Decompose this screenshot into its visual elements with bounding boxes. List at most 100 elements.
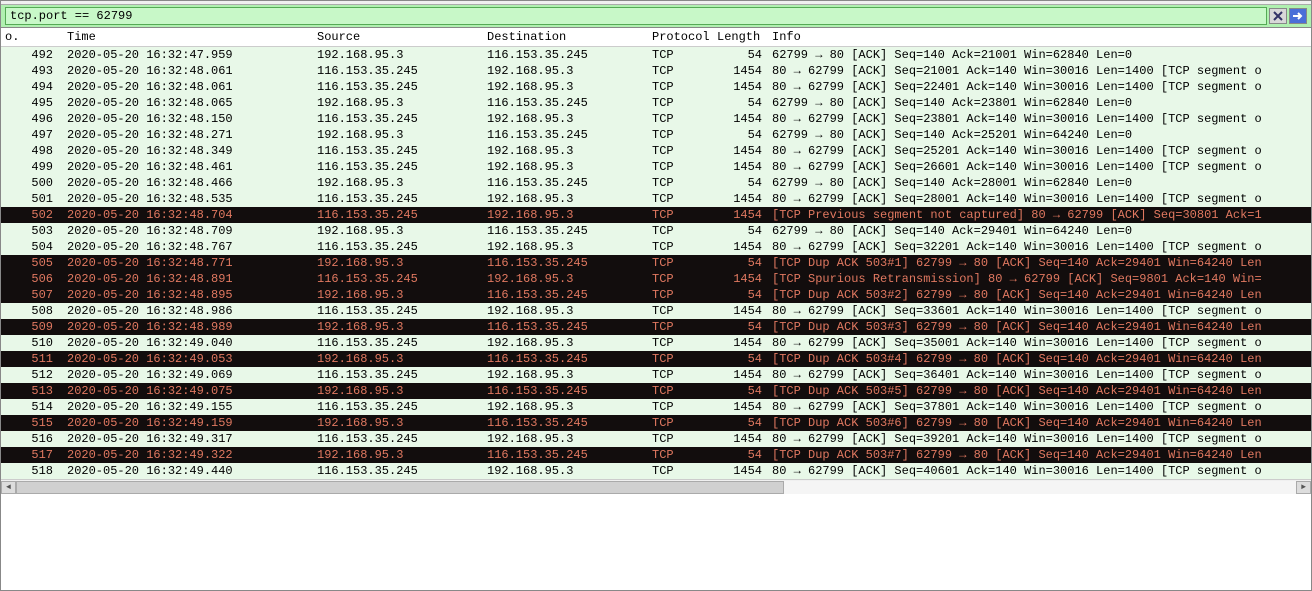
cell-destination: 192.168.95.3 <box>481 303 646 319</box>
scrollbar-track[interactable] <box>16 481 1296 494</box>
cell-protocol: TCP <box>646 431 711 447</box>
packet-row[interactable]: 5152020-05-20 16:32:49.159192.168.95.311… <box>1 415 1311 431</box>
packet-row[interactable]: 5092020-05-20 16:32:48.989192.168.95.311… <box>1 319 1311 335</box>
cell-no: 512 <box>1 367 61 383</box>
cell-protocol: TCP <box>646 143 711 159</box>
packet-table-header[interactable]: o. Time Source Destination Protocol Leng… <box>1 28 1311 47</box>
cell-protocol: TCP <box>646 463 711 479</box>
packet-row[interactable]: 4942020-05-20 16:32:48.061116.153.35.245… <box>1 79 1311 95</box>
column-header-length[interactable]: Length <box>711 28 766 47</box>
horizontal-scrollbar[interactable]: ◄ ► <box>1 479 1311 494</box>
column-header-no[interactable]: o. <box>1 28 61 47</box>
cell-protocol: TCP <box>646 207 711 223</box>
cell-source: 192.168.95.3 <box>311 319 481 335</box>
packet-row[interactable]: 5062020-05-20 16:32:48.891116.153.35.245… <box>1 271 1311 287</box>
packet-row[interactable]: 5182020-05-20 16:32:49.440116.153.35.245… <box>1 463 1311 479</box>
cell-source: 116.153.35.245 <box>311 367 481 383</box>
cell-length: 54 <box>711 175 766 191</box>
packet-row[interactable]: 5102020-05-20 16:32:49.040116.153.35.245… <box>1 335 1311 351</box>
cell-no: 506 <box>1 271 61 287</box>
scroll-right-button[interactable]: ► <box>1296 481 1311 494</box>
cell-length: 1454 <box>711 303 766 319</box>
column-header-protocol[interactable]: Protocol <box>646 28 711 47</box>
cell-info: 62799 → 80 [ACK] Seq=140 Ack=23801 Win=6… <box>766 95 1311 111</box>
cell-no: 499 <box>1 159 61 175</box>
column-header-time[interactable]: Time <box>61 28 311 47</box>
filter-clear-button[interactable] <box>1269 8 1287 24</box>
column-header-info[interactable]: Info <box>766 28 1311 47</box>
packet-row[interactable]: 5002020-05-20 16:32:48.466192.168.95.311… <box>1 175 1311 191</box>
packet-row[interactable]: 5052020-05-20 16:32:48.771192.168.95.311… <box>1 255 1311 271</box>
cell-protocol: TCP <box>646 111 711 127</box>
display-filter-input[interactable] <box>5 7 1267 25</box>
cell-destination: 116.153.35.245 <box>481 127 646 143</box>
packet-row[interactable]: 4982020-05-20 16:32:48.349116.153.35.245… <box>1 143 1311 159</box>
cell-info: 80 → 62799 [ACK] Seq=22401 Ack=140 Win=3… <box>766 79 1311 95</box>
packet-row[interactable]: 5022020-05-20 16:32:48.704116.153.35.245… <box>1 207 1311 223</box>
close-icon <box>1273 11 1283 21</box>
packet-row[interactable]: 4972020-05-20 16:32:48.271192.168.95.311… <box>1 127 1311 143</box>
cell-time: 2020-05-20 16:32:48.466 <box>61 175 311 191</box>
cell-protocol: TCP <box>646 271 711 287</box>
packet-table[interactable]: o. Time Source Destination Protocol Leng… <box>1 28 1311 479</box>
cell-time: 2020-05-20 16:32:48.771 <box>61 255 311 271</box>
cell-time: 2020-05-20 16:32:48.349 <box>61 143 311 159</box>
filter-apply-button[interactable] <box>1289 8 1307 24</box>
cell-source: 116.153.35.245 <box>311 143 481 159</box>
packet-row[interactable]: 5072020-05-20 16:32:48.895192.168.95.311… <box>1 287 1311 303</box>
cell-time: 2020-05-20 16:32:48.271 <box>61 127 311 143</box>
cell-no: 504 <box>1 239 61 255</box>
cell-time: 2020-05-20 16:32:48.461 <box>61 159 311 175</box>
cell-destination: 116.153.35.245 <box>481 415 646 431</box>
cell-no: 503 <box>1 223 61 239</box>
cell-length: 54 <box>711 95 766 111</box>
cell-time: 2020-05-20 16:32:48.535 <box>61 191 311 207</box>
column-header-destination[interactable]: Destination <box>481 28 646 47</box>
cell-info: 80 → 62799 [ACK] Seq=40601 Ack=140 Win=3… <box>766 463 1311 479</box>
cell-source: 116.153.35.245 <box>311 111 481 127</box>
cell-destination: 192.168.95.3 <box>481 63 646 79</box>
cell-no: 510 <box>1 335 61 351</box>
cell-destination: 116.153.35.245 <box>481 223 646 239</box>
packet-row[interactable]: 5122020-05-20 16:32:49.069116.153.35.245… <box>1 367 1311 383</box>
packet-row[interactable]: 5142020-05-20 16:32:49.155116.153.35.245… <box>1 399 1311 415</box>
packet-row[interactable]: 4992020-05-20 16:32:48.461116.153.35.245… <box>1 159 1311 175</box>
packet-row[interactable]: 5172020-05-20 16:32:49.322192.168.95.311… <box>1 447 1311 463</box>
cell-length: 54 <box>711 287 766 303</box>
cell-info: [TCP Dup ACK 503#3] 62799 → 80 [ACK] Seq… <box>766 319 1311 335</box>
cell-no: 496 <box>1 111 61 127</box>
cell-info: 62799 → 80 [ACK] Seq=140 Ack=29401 Win=6… <box>766 223 1311 239</box>
packet-row[interactable]: 5132020-05-20 16:32:49.075192.168.95.311… <box>1 383 1311 399</box>
cell-destination: 116.153.35.245 <box>481 95 646 111</box>
cell-length: 1454 <box>711 431 766 447</box>
scroll-left-button[interactable]: ◄ <box>1 481 16 494</box>
cell-time: 2020-05-20 16:32:48.709 <box>61 223 311 239</box>
cell-protocol: TCP <box>646 303 711 319</box>
cell-source: 192.168.95.3 <box>311 175 481 191</box>
cell-length: 54 <box>711 127 766 143</box>
packet-row[interactable]: 5012020-05-20 16:32:48.535116.153.35.245… <box>1 191 1311 207</box>
packet-row[interactable]: 4922020-05-20 16:32:47.959192.168.95.311… <box>1 47 1311 64</box>
cell-protocol: TCP <box>646 47 711 64</box>
cell-time: 2020-05-20 16:32:48.065 <box>61 95 311 111</box>
cell-source: 192.168.95.3 <box>311 447 481 463</box>
packet-row[interactable]: 4962020-05-20 16:32:48.150116.153.35.245… <box>1 111 1311 127</box>
packet-row[interactable]: 5042020-05-20 16:32:48.767116.153.35.245… <box>1 239 1311 255</box>
cell-info: 80 → 62799 [ACK] Seq=23801 Ack=140 Win=3… <box>766 111 1311 127</box>
packet-row[interactable]: 4952020-05-20 16:32:48.065192.168.95.311… <box>1 95 1311 111</box>
packet-row[interactable]: 5032020-05-20 16:32:48.709192.168.95.311… <box>1 223 1311 239</box>
cell-no: 497 <box>1 127 61 143</box>
cell-source: 116.153.35.245 <box>311 335 481 351</box>
cell-length: 1454 <box>711 159 766 175</box>
packet-row[interactable]: 5162020-05-20 16:32:49.317116.153.35.245… <box>1 431 1311 447</box>
cell-destination: 192.168.95.3 <box>481 191 646 207</box>
column-header-source[interactable]: Source <box>311 28 481 47</box>
cell-protocol: TCP <box>646 415 711 431</box>
cell-info: 80 → 62799 [ACK] Seq=32201 Ack=140 Win=3… <box>766 239 1311 255</box>
cell-destination: 192.168.95.3 <box>481 207 646 223</box>
packet-row[interactable]: 5082020-05-20 16:32:48.986116.153.35.245… <box>1 303 1311 319</box>
scrollbar-thumb[interactable] <box>16 481 784 494</box>
cell-destination: 192.168.95.3 <box>481 79 646 95</box>
packet-row[interactable]: 5112020-05-20 16:32:49.053192.168.95.311… <box>1 351 1311 367</box>
packet-row[interactable]: 4932020-05-20 16:32:48.061116.153.35.245… <box>1 63 1311 79</box>
